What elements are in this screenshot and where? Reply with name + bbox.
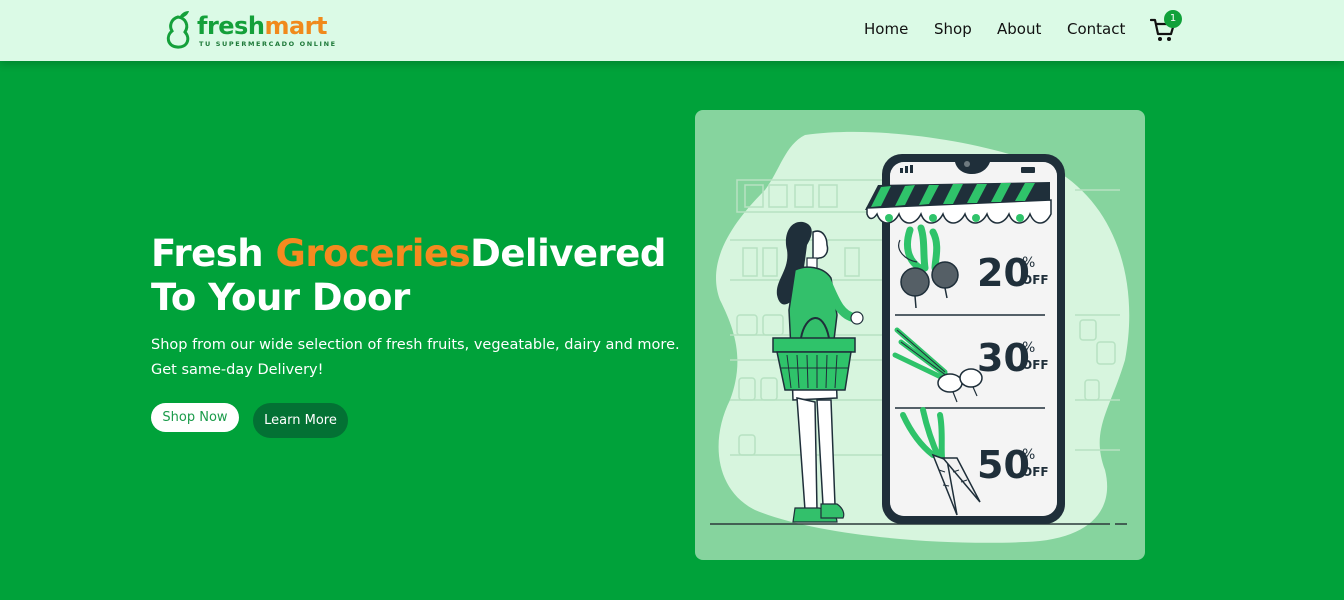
brand-tagline: TU SUPERMERCADO ONLINE <box>199 40 337 48</box>
nav-shop[interactable]: Shop <box>934 20 972 38</box>
nav-contact[interactable]: Contact <box>1067 20 1125 38</box>
hero-subtitle-line2: Get same-day Delivery! <box>151 362 324 378</box>
offer-1-off: OFF <box>1022 273 1049 287</box>
hero-title-part2: Delivered <box>470 232 666 275</box>
learn-more-button[interactable]: Learn More <box>253 403 348 438</box>
hero-title-line2: To Your Door <box>151 276 410 319</box>
brand-logo[interactable]: freshmart TU SUPERMERCADO ONLINE <box>164 9 344 49</box>
offer-3-off: OFF <box>1022 465 1049 479</box>
hero-subtitle-line1: Shop from our wide selection of fresh fr… <box>151 337 680 353</box>
brand-name-fresh: fresh <box>197 12 265 40</box>
nav-home[interactable]: Home <box>864 20 908 38</box>
hero-title-accent: Groceries <box>275 232 471 275</box>
nav-about[interactable]: About <box>997 20 1041 38</box>
hero-subtitle: Shop from our wide selection of fresh fr… <box>151 333 681 383</box>
navbar: freshmart TU SUPERMERCADO ONLINE Home Sh… <box>0 0 1344 61</box>
offer-2-off: OFF <box>1022 358 1049 372</box>
offer-3-pct: % <box>1022 447 1035 463</box>
hero-title: Fresh GroceriesDelivered To Your Door <box>151 232 691 320</box>
cart-count-badge: 1 <box>1164 10 1182 28</box>
hero-title-part1: Fresh <box>151 232 276 275</box>
brand-name-mart: mart <box>264 12 327 40</box>
offer-1-pct: % <box>1022 255 1035 271</box>
grocery-shopping-phone-illustration: 20 % OFF 30 % OFF 50 % OFF <box>710 131 1130 543</box>
hero-illustration: 20 % OFF 30 % OFF 50 % OFF <box>695 110 1145 560</box>
brand-name: freshmart <box>197 12 327 40</box>
offer-2-pct: % <box>1022 340 1035 356</box>
shop-now-button[interactable]: Shop Now <box>151 403 239 432</box>
pear-leaf-icon <box>166 11 190 49</box>
cart-button[interactable]: 1 <box>1150 10 1182 44</box>
